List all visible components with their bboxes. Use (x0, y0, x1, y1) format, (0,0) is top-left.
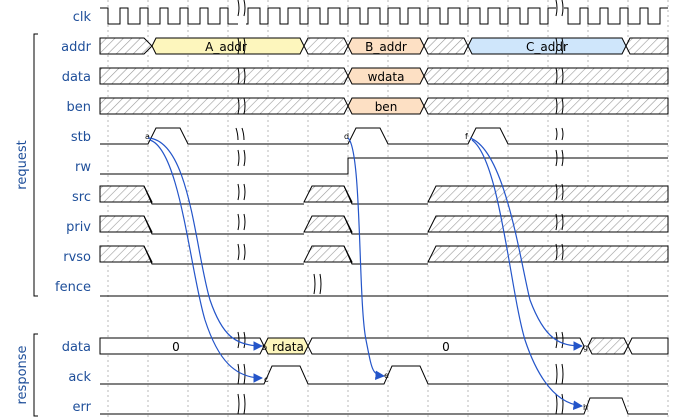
timing-diagram: request response clk addr data ben stb r… (15, 0, 669, 420)
data-value-wdata: wdata (368, 70, 405, 84)
stb-annotation-f: f (465, 132, 468, 141)
signal-label-src: src (72, 190, 91, 205)
ben-bus: ben (99, 97, 669, 115)
gridlines (107, 0, 669, 420)
resp-data-annotation-g: g (583, 343, 588, 352)
signal-label-data: data (62, 70, 91, 85)
ben-value: ben (375, 100, 398, 114)
resp-data-annotation-b: b (262, 343, 267, 352)
signal-label-priv: priv (66, 220, 91, 235)
ack-annotation-c: c (264, 375, 268, 384)
signal-label-rw: rw (75, 160, 91, 175)
request-group-label: request (15, 140, 30, 189)
request-group: request (15, 33, 38, 297)
stb-annotation-d: d (344, 132, 349, 141)
signal-label-resp-data: data (62, 340, 91, 355)
response-group: response (15, 333, 38, 417)
signal-label-ack: ack (68, 370, 91, 385)
signal-label-ben: ben (67, 100, 92, 115)
data-bus: wdata (99, 67, 669, 85)
err-annotation-h: h (583, 403, 588, 412)
arrow-a-to-b (147, 137, 263, 351)
stb-waveform (100, 127, 668, 145)
resp-data-value-0b: 0 (442, 340, 450, 354)
signal-label-stb: stb (71, 130, 91, 145)
signal-label-fence: fence (55, 280, 91, 295)
signal-label-err: err (73, 400, 92, 415)
response-group-label: response (15, 345, 30, 404)
stb-annotation-a: a (145, 132, 150, 141)
resp-data-value-0: 0 (172, 340, 180, 354)
addr-bus: A_addr B_addr C_addr (99, 37, 669, 55)
signal-label-clk: clk (73, 10, 92, 25)
rvso-waveform (99, 245, 669, 265)
signal-label-addr: addr (61, 40, 91, 55)
causality-arrows (147, 137, 583, 410)
response-data-bus: 0 rdata 0 b g (99, 337, 669, 355)
addr-value-a: A_addr (205, 40, 247, 54)
arrow-f-to-h (471, 139, 583, 410)
rw-waveform (100, 157, 668, 175)
ack-annotation-e: e (384, 371, 389, 380)
signal-label-rvso: rvso (63, 250, 91, 265)
addr-value-b: B_addr (365, 40, 407, 54)
arrow-f-to-g (469, 137, 583, 351)
addr-value-c: C_addr (526, 40, 568, 54)
clk-waveform (100, 7, 668, 25)
signal-labels: clk addr data ben stb rw src priv rvso f… (55, 10, 92, 415)
resp-data-value-rdata: rdata (272, 340, 304, 354)
